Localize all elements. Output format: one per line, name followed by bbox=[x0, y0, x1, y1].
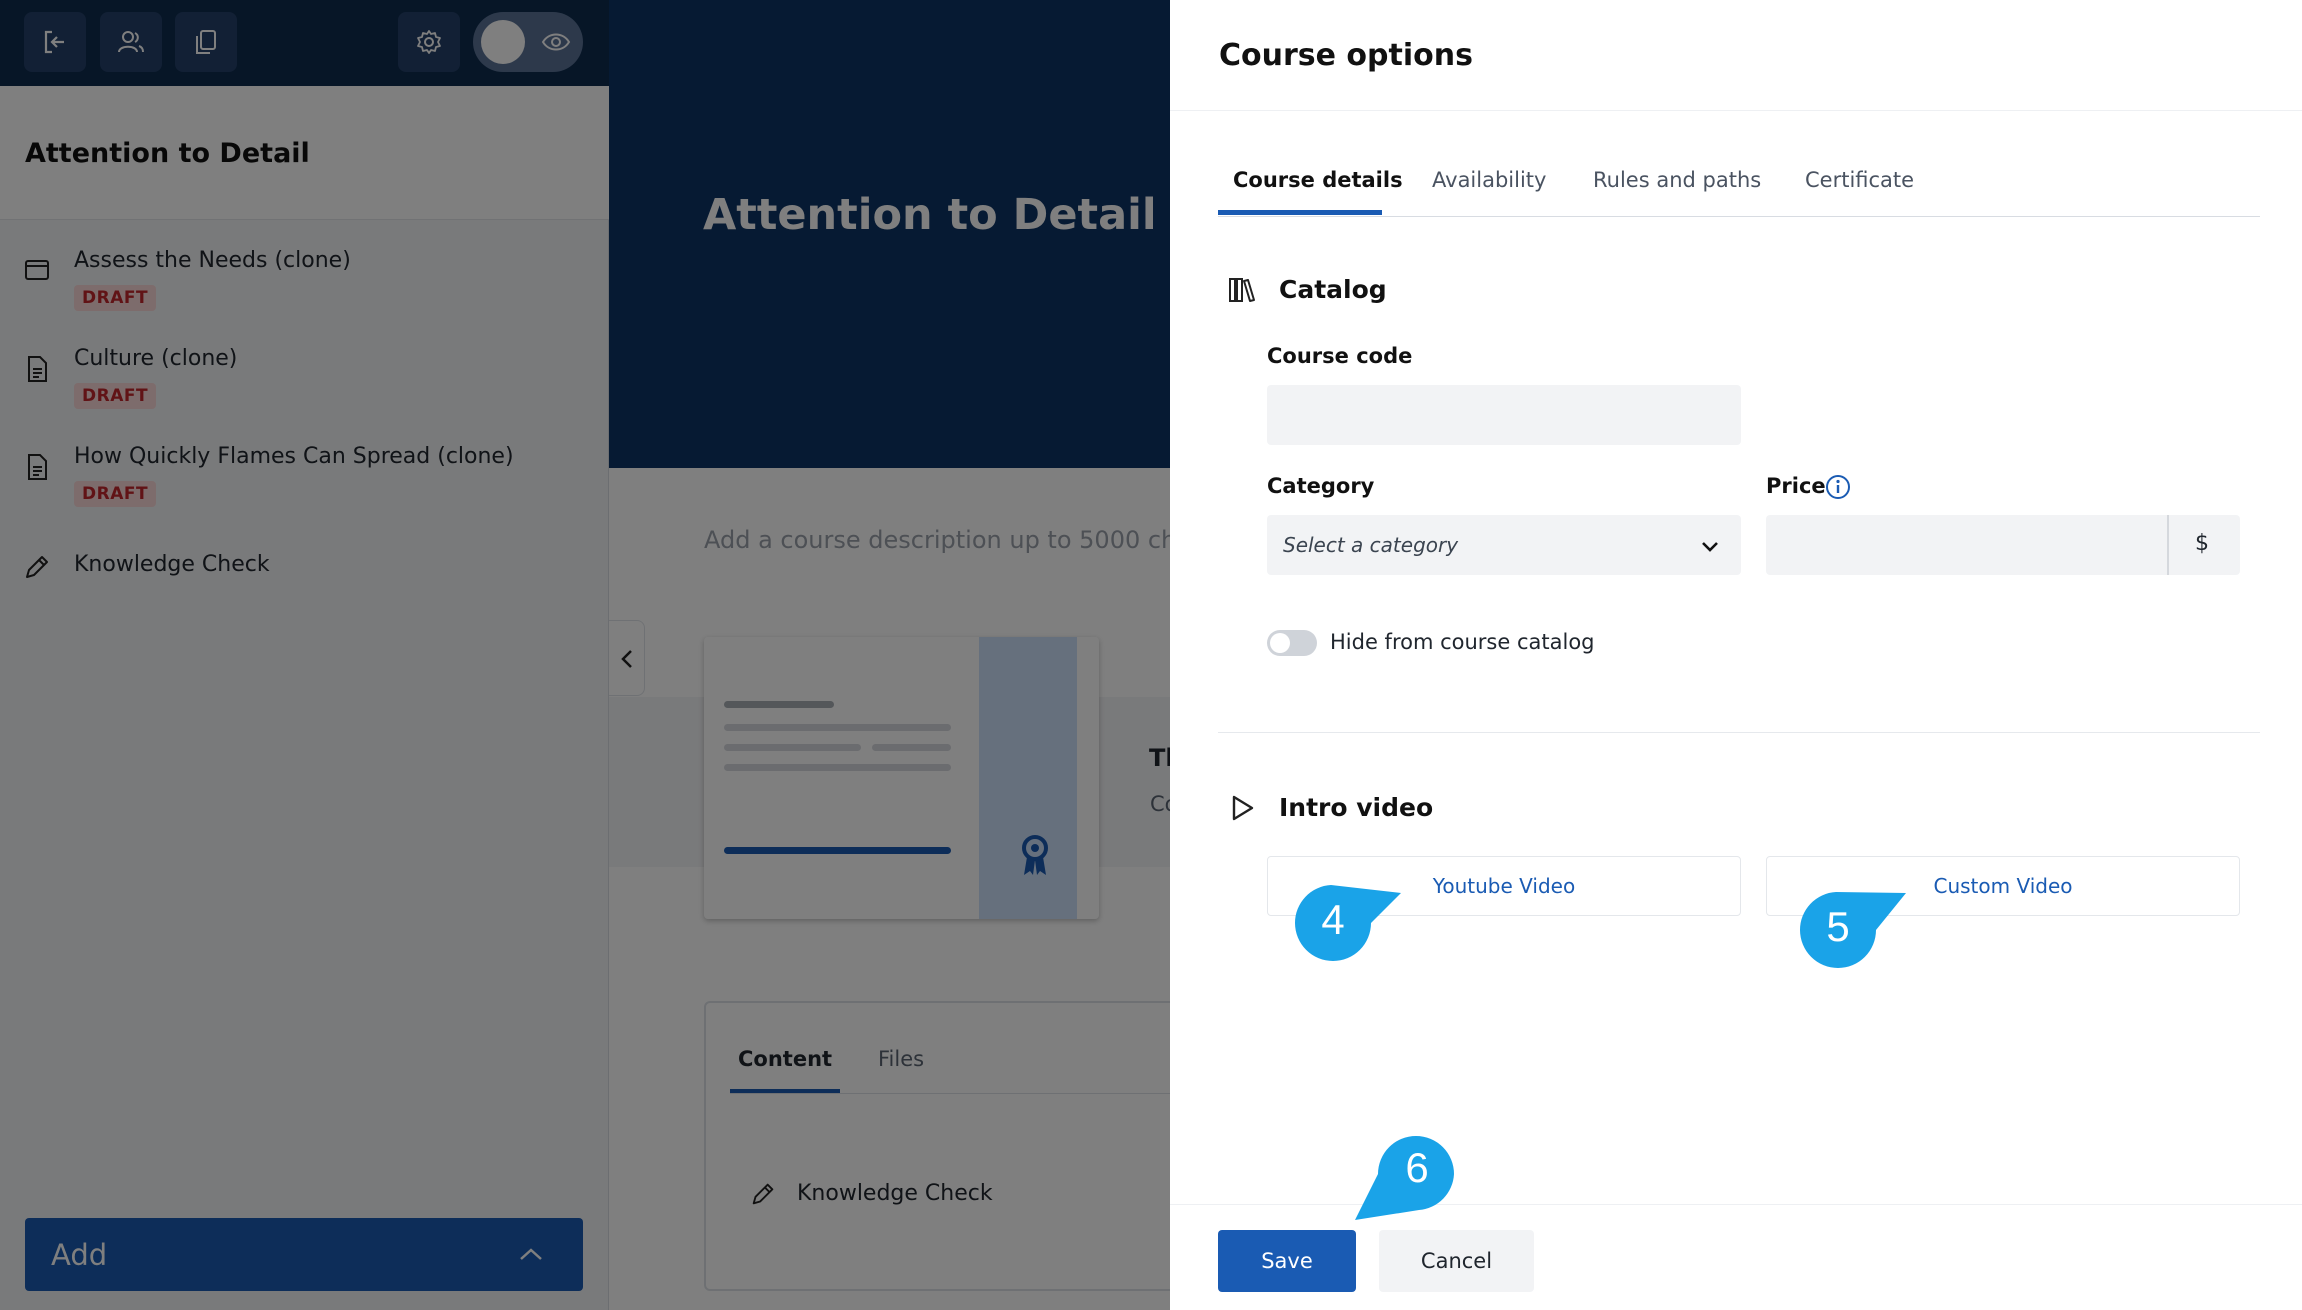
hide-from-catalog-label: Hide from course catalog bbox=[1330, 630, 1595, 654]
play-icon bbox=[1232, 795, 1254, 821]
tabs-divider bbox=[1218, 216, 2260, 217]
course-code-label: Course code bbox=[1267, 344, 1413, 368]
cancel-button-label: Cancel bbox=[1420, 1249, 1493, 1273]
course-options-panel: Course options Course details Availabili… bbox=[1170, 0, 2302, 1310]
panel-title: Course options bbox=[1219, 38, 1473, 73]
tab-certificate[interactable]: Certificate bbox=[1805, 168, 1914, 192]
hide-from-catalog-toggle[interactable] bbox=[1267, 630, 1317, 656]
category-select[interactable]: Select a category bbox=[1267, 515, 1741, 575]
currency-addon: $ bbox=[2167, 515, 2240, 575]
panel-header-divider bbox=[1170, 110, 2302, 111]
cancel-button[interactable]: Cancel bbox=[1379, 1230, 1534, 1292]
toggle-knob bbox=[1270, 633, 1290, 653]
callout-number: 6 bbox=[1405, 1144, 1429, 1191]
section-divider bbox=[1218, 732, 2260, 733]
step-callout-5: 5 bbox=[1793, 887, 1913, 987]
step-callout-4: 4 bbox=[1288, 880, 1408, 980]
modal-backdrop[interactable] bbox=[0, 0, 1170, 1310]
catalog-section-title: Catalog bbox=[1279, 275, 1387, 304]
panel-footer-divider bbox=[1170, 1204, 2302, 1205]
tab-availability[interactable]: Availability bbox=[1432, 168, 1546, 192]
step-callout-6: 6 bbox=[1353, 1132, 1463, 1224]
category-label: Category bbox=[1267, 474, 1375, 498]
tab-rules-and-paths[interactable]: Rules and paths bbox=[1593, 168, 1761, 192]
callout-number: 5 bbox=[1826, 903, 1850, 950]
chevron-down-icon bbox=[1702, 542, 1718, 552]
price-label: Price bbox=[1766, 474, 1826, 498]
save-button-label: Save bbox=[1261, 1249, 1313, 1273]
active-tab-underline bbox=[1218, 210, 1382, 215]
currency-symbol: $ bbox=[2195, 531, 2209, 556]
course-code-input[interactable] bbox=[1267, 385, 1741, 445]
callout-number: 4 bbox=[1321, 896, 1345, 943]
books-icon bbox=[1229, 278, 1255, 302]
category-select-value: Select a category bbox=[1283, 533, 1459, 557]
save-button[interactable]: Save bbox=[1218, 1230, 1356, 1292]
info-icon[interactable] bbox=[1825, 474, 1851, 500]
tab-course-details[interactable]: Course details bbox=[1233, 168, 1403, 192]
intro-video-section-title: Intro video bbox=[1279, 793, 1434, 822]
